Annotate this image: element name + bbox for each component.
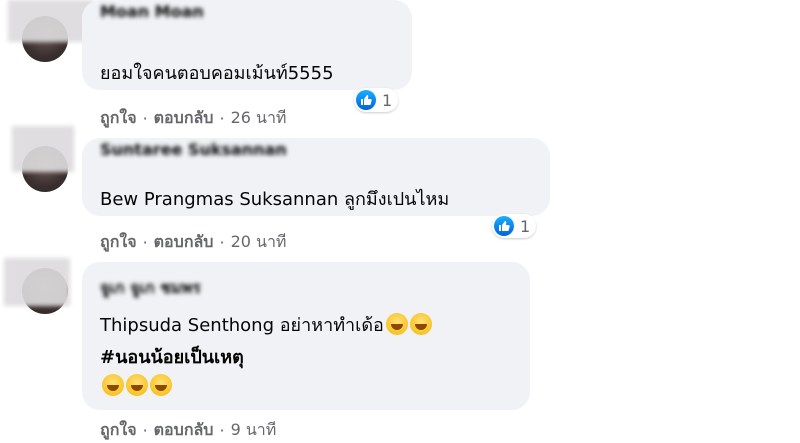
like-button[interactable]: ถูกใจ bbox=[100, 106, 137, 131]
separator: · bbox=[142, 233, 148, 252]
comment-author[interactable]: Suntaree Suksannan bbox=[100, 140, 287, 159]
comment-bubble: จูเก จูเก ชมพร Thipsuda Senthong อย่าหาท… bbox=[82, 262, 530, 410]
reply-button[interactable]: ตอบกลับ bbox=[154, 230, 214, 255]
comment-bubble: Moan Moan ยอมใจคนตอบคอมเม้นท์5555 bbox=[82, 0, 412, 90]
hashtag-link[interactable]: #นอนน้อยเป็นเหตุ bbox=[100, 342, 244, 371]
separator: · bbox=[142, 421, 148, 440]
timestamp[interactable]: 26 นาที bbox=[231, 106, 287, 131]
reaction-count-label: 1 bbox=[520, 216, 531, 236]
rofl-emoji bbox=[409, 313, 432, 335]
grinning-sweat-emoji bbox=[102, 374, 124, 396]
avatar-privacy-blur bbox=[4, 258, 70, 306]
comment-text-rest: ลูกมึงเปนไหม bbox=[344, 189, 450, 210]
thumbs-up-icon bbox=[356, 90, 376, 110]
like-button[interactable]: ถูกใจ bbox=[100, 418, 137, 443]
rofl-emoji bbox=[385, 313, 408, 335]
emoji-line bbox=[100, 374, 172, 397]
timestamp[interactable]: 9 นาที bbox=[231, 418, 277, 443]
comment-author[interactable]: จูเก จูเก ชมพร bbox=[100, 276, 201, 301]
thumbs-up-icon bbox=[494, 216, 514, 236]
grinning-sweat-emoji bbox=[126, 374, 148, 396]
mention-link[interactable]: Thipsuda Senthong bbox=[100, 315, 274, 336]
comment-author[interactable]: Moan Moan bbox=[100, 2, 204, 21]
separator: · bbox=[142, 109, 148, 128]
mention-link[interactable]: Bew Prangmas Suksannan bbox=[100, 189, 338, 210]
comment-text-rest: อย่าหาทำเด้อ bbox=[279, 315, 384, 336]
comment-actions: ถูกใจ · ตอบกลับ · 9 นาที bbox=[100, 418, 276, 443]
grinning-sweat-emoji bbox=[150, 374, 172, 396]
like-button[interactable]: ถูกใจ bbox=[100, 230, 137, 255]
comment-actions: ถูกใจ · ตอบกลับ · 26 นาที bbox=[100, 106, 286, 131]
reply-button[interactable]: ตอบกลับ bbox=[154, 418, 214, 443]
separator: · bbox=[219, 421, 225, 440]
reaction-count-label: 1 bbox=[382, 90, 393, 110]
comment-actions: ถูกใจ · ตอบกลับ · 20 นาที bbox=[100, 230, 286, 255]
timestamp[interactable]: 20 นาที bbox=[231, 230, 287, 255]
reply-button[interactable]: ตอบกลับ bbox=[154, 106, 214, 131]
reaction-count[interactable]: 1 bbox=[492, 214, 537, 238]
comment-text: Bew Prangmas Suksannan ลูกมึงเปนไหม bbox=[100, 184, 449, 213]
separator: · bbox=[219, 109, 225, 128]
comment-text: ยอมใจคนตอบคอมเม้นท์5555 bbox=[100, 63, 334, 84]
comment-text: Thipsuda Senthong อย่าหาทำเด้อ bbox=[100, 310, 432, 339]
reaction-count[interactable]: 1 bbox=[354, 88, 399, 112]
separator: · bbox=[219, 233, 225, 252]
avatar-privacy-blur bbox=[12, 126, 74, 172]
comment-bubble: Suntaree Suksannan Bew Prangmas Suksanna… bbox=[82, 138, 550, 216]
